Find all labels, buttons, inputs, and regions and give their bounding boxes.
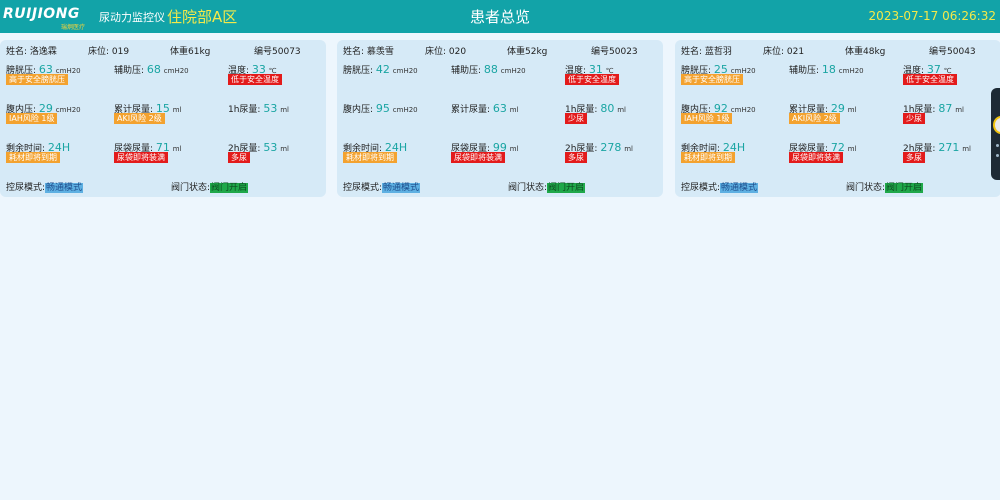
consumable-expiry-badge: 耗材即将到期 bbox=[681, 152, 735, 163]
patient-name-field: 姓名: 蓝哲羽 bbox=[681, 47, 732, 57]
aki-risk-badge: AKI风险 2级 bbox=[114, 113, 165, 124]
patient-name-field: 姓名: 洛逸霖 bbox=[6, 47, 57, 57]
datetime: 2023-07-17 06:26:32 bbox=[868, 9, 996, 23]
cumulative-urine: 累计尿量: 63 ml bbox=[451, 102, 519, 115]
weight-value: 52kg bbox=[525, 47, 548, 57]
aux-pressure-value: 68 bbox=[146, 63, 161, 76]
urine-1h-value: 80 bbox=[600, 102, 615, 115]
valve-status-value[interactable]: 阀门开启 bbox=[210, 183, 249, 193]
temperature-alert-badge: 低于安全温度 bbox=[903, 74, 957, 85]
polyuria-badge: 多尿 bbox=[903, 152, 925, 163]
assistant-icon[interactable] bbox=[993, 116, 1000, 134]
bag-full-badge: 尿袋即将装满 bbox=[114, 152, 168, 163]
bag-full-badge: 尿袋即将装满 bbox=[451, 152, 505, 163]
control-mode-value[interactable]: 畅通模式 bbox=[45, 183, 84, 193]
bed-number: 019 bbox=[111, 47, 130, 57]
control-mode: 控尿模式:畅通模式 bbox=[343, 183, 421, 193]
weight-value: 48kg bbox=[863, 47, 886, 57]
iah-risk-badge: IAH风险 1级 bbox=[6, 113, 58, 124]
patient-name: 慕羡雪 bbox=[366, 47, 394, 57]
patient-name: 蓝哲羽 bbox=[704, 47, 732, 57]
patient-id: 50043 bbox=[947, 47, 976, 57]
control-mode-value[interactable]: 畅通模式 bbox=[382, 183, 421, 193]
page-title: 患者总览 bbox=[469, 8, 530, 26]
dot-icon bbox=[996, 154, 999, 157]
oliguria-badge: 少尿 bbox=[903, 113, 925, 124]
weight-field: 体重52kg bbox=[507, 47, 548, 57]
bladder-alert-badge: 高于安全膀胱压 bbox=[681, 74, 743, 85]
valve-status: 阀门状态:阀门开启 bbox=[508, 183, 586, 193]
patient-name-field: 姓名: 慕羡雪 bbox=[343, 47, 394, 57]
temperature-alert-badge: 低于安全温度 bbox=[228, 74, 282, 85]
aux-pressure: 辅助压: 68 cmH20 bbox=[114, 63, 189, 76]
bladder-alert-badge: 高于安全膀胱压 bbox=[6, 74, 68, 85]
aux-pressure: 辅助压: 18 cmH20 bbox=[789, 63, 864, 76]
patient-id: 50023 bbox=[609, 47, 638, 57]
patient-card[interactable]: 姓名: 洛逸霖 床位: 019 体重61kg 编号50073 膀胱压: 63 c… bbox=[0, 40, 326, 197]
control-mode: 控尿模式:畅通模式 bbox=[6, 183, 84, 193]
temperature-alert-badge: 低于安全温度 bbox=[565, 74, 619, 85]
weight-value: 61kg bbox=[188, 47, 211, 57]
weight-field: 体重48kg bbox=[845, 47, 886, 57]
valve-status: 阀门状态:阀门开启 bbox=[846, 183, 924, 193]
control-mode: 控尿模式:畅通模式 bbox=[681, 183, 759, 193]
patient-id-field: 编号50023 bbox=[591, 47, 638, 57]
bag-full-badge: 尿袋即将装满 bbox=[789, 152, 843, 163]
urine-2h-value: 53 bbox=[263, 141, 278, 154]
patient-card[interactable]: 姓名: 慕羡雪 床位: 020 体重52kg 编号50023 膀胱压: 42 c… bbox=[337, 40, 663, 197]
patient-id-field: 编号50043 bbox=[929, 47, 976, 57]
aux-pressure-value: 88 bbox=[483, 63, 498, 76]
aux-pressure-value: 18 bbox=[821, 63, 836, 76]
urine-1h-value: 87 bbox=[938, 102, 953, 115]
control-mode-value[interactable]: 畅通模式 bbox=[720, 183, 759, 193]
valve-status: 阀门状态:阀门开启 bbox=[171, 183, 249, 193]
abdominal-pressure: 腹内压: 95 cmH20 bbox=[343, 102, 418, 115]
bed-field: 床位: 021 bbox=[763, 47, 805, 57]
bed-number: 021 bbox=[786, 47, 805, 57]
bed-field: 床位: 019 bbox=[88, 47, 130, 57]
patient-id-field: 编号50073 bbox=[254, 47, 301, 57]
abdominal-pressure-value: 95 bbox=[375, 102, 390, 115]
oliguria-badge: 少尿 bbox=[565, 113, 587, 124]
bed-field: 床位: 020 bbox=[425, 47, 467, 57]
weight-field: 体重61kg bbox=[170, 47, 211, 57]
urine-1h: 1h尿量: 53 ml bbox=[228, 102, 289, 115]
dot-icon bbox=[996, 144, 999, 147]
bladder-pressure-value: 42 bbox=[375, 63, 390, 76]
urine-1h-value: 53 bbox=[263, 102, 278, 115]
patient-card[interactable]: 姓名: 蓝哲羽 床位: 021 体重48kg 编号50043 膀胱压: 25 c… bbox=[675, 40, 1000, 197]
polyuria-badge: 多尿 bbox=[228, 152, 250, 163]
aux-pressure: 辅助压: 88 cmH20 bbox=[451, 63, 526, 76]
urine-2h-value: 278 bbox=[600, 141, 622, 154]
consumable-expiry-badge: 耗材即将到期 bbox=[343, 152, 397, 163]
polyuria-badge: 多尿 bbox=[565, 152, 587, 163]
valve-status-value[interactable]: 阀门开启 bbox=[885, 183, 924, 193]
patient-name: 洛逸霖 bbox=[29, 47, 57, 57]
aki-risk-badge: AKI风险 2级 bbox=[789, 113, 840, 124]
consumable-expiry-badge: 耗材即将到期 bbox=[6, 152, 60, 163]
floating-assistant-widget[interactable] bbox=[991, 88, 1000, 180]
iah-risk-badge: IAH风险 1级 bbox=[681, 113, 733, 124]
valve-status-value[interactable]: 阀门开启 bbox=[547, 183, 586, 193]
cumulative-urine-value: 63 bbox=[492, 102, 507, 115]
bladder-pressure: 膀胱压: 42 cmH20 bbox=[343, 63, 418, 76]
bed-number: 020 bbox=[448, 47, 467, 57]
patient-id: 50073 bbox=[272, 47, 301, 57]
top-bar: RUIJIONG 瑞炯医疗 尿动力监控仪 住院部A区 患者总览 2023-07-… bbox=[0, 0, 1000, 33]
urine-2h-value: 271 bbox=[938, 141, 960, 154]
